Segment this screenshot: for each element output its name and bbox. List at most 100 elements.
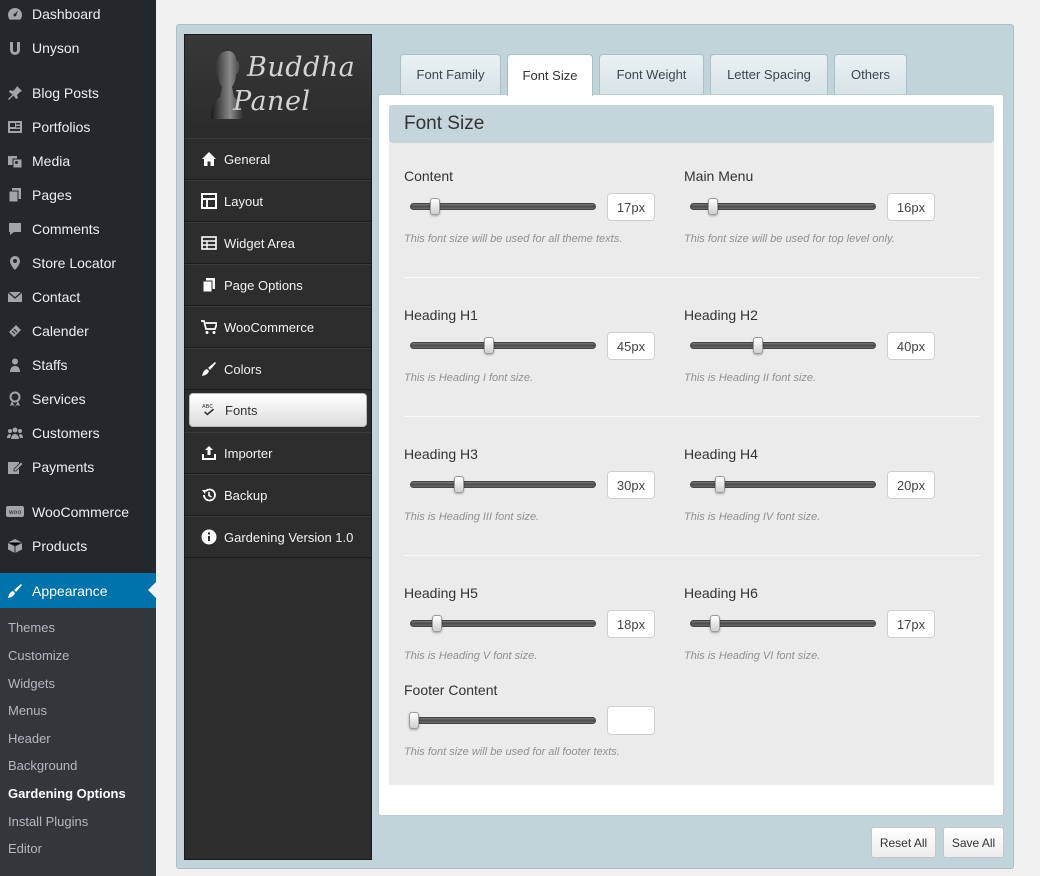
panel-logo: Buddha Panel [185,35,371,139]
slider-h6[interactable] [690,615,876,632]
wp-menu-products[interactable]: Products [0,529,156,563]
slider-handle[interactable] [432,615,442,632]
slider-handle[interactable] [708,198,718,215]
wp-submenu-background[interactable]: Background [8,758,77,773]
divider [404,555,980,556]
wp-submenu-header[interactable]: Header [8,731,51,746]
wp-submenu-gardening-options[interactable]: Gardening Options [8,786,126,801]
panel-nav-backup[interactable]: Backup [185,474,371,516]
dashboard-icon [6,5,24,23]
value-field-h6[interactable]: 17px [887,610,935,638]
divider [404,416,980,417]
logo-line-2: Panel [233,86,311,117]
wp-menu-woocommerce[interactable]: woo WooCommerce [0,495,156,529]
panel-nav-woocommerce[interactable]: WooCommerce [185,306,371,348]
option-desc-h3: This is Heading III font size. [404,511,540,523]
option-label-footer: Footer Content [404,682,498,698]
wp-menu-label: Blog Posts [32,85,99,101]
wp-submenu-widgets[interactable]: Widgets [8,676,55,691]
wp-menu-pages[interactable]: Pages [0,178,156,212]
wp-menu-services[interactable]: Services [0,382,156,416]
slider-handle[interactable] [484,337,494,354]
slider-handle[interactable] [430,198,440,215]
wp-menu-label: Media [32,153,71,169]
svg-text:woo: woo [9,509,22,516]
slider-footer[interactable] [409,712,596,729]
option-label-h2: Heading H2 [684,307,758,323]
slider-main-menu[interactable] [690,198,876,215]
panel-nav-widget-area[interactable]: Widget Area [185,222,371,264]
wp-menu-contact[interactable]: Contact [0,280,156,314]
tab-font-family[interactable]: Font Family [400,54,501,94]
pin-icon [6,84,24,102]
wp-menu-media[interactable]: Media [0,144,156,178]
slider-handle[interactable] [454,476,464,493]
wp-menu-store-locator[interactable]: Store Locator [0,246,156,280]
slider-handle[interactable] [710,615,720,632]
wp-submenu-customize[interactable]: Customize [8,648,69,663]
slider-h5[interactable] [410,615,596,632]
wp-menu-portfolios[interactable]: Portfolios [0,110,156,144]
slider-handle[interactable] [409,712,419,729]
panel-nav-layout[interactable]: Layout [185,180,371,222]
panel-nav-fonts[interactable]: ABC Fonts [189,393,367,427]
wp-submenu-install-plugins[interactable]: Install Plugins [8,814,88,829]
wp-menu-label: Comments [32,221,100,237]
value-field-h4[interactable]: 20px [887,471,935,499]
value-field-h3[interactable]: 30px [607,471,655,499]
info-icon [201,529,217,545]
wp-menu-comments[interactable]: Comments [0,212,156,246]
wp-menu-appearance[interactable]: Appearance [0,573,156,609]
reset-all-button[interactable]: Reset All [871,827,936,858]
svg-text:ABC: ABC [202,404,213,410]
slider-handle[interactable] [753,337,763,354]
panel-nav-colors[interactable]: Colors [185,348,371,390]
wp-submenu-menus[interactable]: Menus [8,703,47,718]
value-field-h1[interactable]: 45px [607,332,655,360]
slider-h4[interactable] [690,476,876,493]
section-title: Font Size [389,105,994,143]
panel-nav-general[interactable]: General [185,138,371,180]
slider-h2[interactable] [690,337,876,354]
wp-submenu-themes[interactable]: Themes [8,620,55,635]
history-icon [201,487,217,503]
tab-font-weight[interactable]: Font Weight [599,54,704,94]
tab-others[interactable]: Others [834,54,907,94]
panel-nav-importer[interactable]: Importer [185,432,371,474]
value-field-h2[interactable]: 40px [887,332,935,360]
wp-menu-label: Staffs [32,357,68,373]
tab-letter-spacing[interactable]: Letter Spacing [710,54,828,94]
wp-menu-customers[interactable]: Customers [0,416,156,450]
value-field-footer[interactable] [607,706,655,735]
option-label-main-menu: Main Menu [684,168,754,184]
slider-h3[interactable] [410,476,596,493]
wp-menu-label: Services [32,391,86,407]
save-all-button[interactable]: Save All [943,827,1004,858]
slider-content[interactable] [410,198,596,215]
wp-menu-label: Contact [32,289,81,305]
wp-menu-dashboard[interactable]: Dashboard [0,0,156,31]
wp-menu-payments[interactable]: Payments [0,450,156,484]
panel-nav-page-options[interactable]: Page Options [185,264,371,306]
panel-nav-label: Fonts [225,402,258,418]
slider-h1[interactable] [410,337,596,354]
value-field-content[interactable]: 17px [607,193,655,221]
value-field-h5[interactable]: 18px [607,610,655,638]
tab-font-size[interactable]: Font Size [507,54,593,96]
wp-menu-staffs[interactable]: Staffs [0,348,156,382]
option-label-h4: Heading H4 [684,446,758,462]
wp-submenu-editor[interactable]: Editor [8,841,42,856]
option-desc-h5: This is Heading V font size. [404,650,538,662]
wp-menu-label: Unyson [32,40,80,56]
upload-icon [201,445,217,461]
option-desc-main-menu: This font size will be used for top leve… [684,233,895,245]
comments-icon [6,220,24,238]
value-field-main-menu[interactable]: 16px [887,193,935,221]
slider-handle[interactable] [715,476,725,493]
wp-menu-blog-posts[interactable]: Blog Posts [0,76,156,110]
wp-menu-unyson[interactable]: Unyson [0,31,156,65]
edit-icon [6,458,24,476]
wp-menu-calender[interactable]: Calender [0,314,156,348]
panel-nav-label: General [224,151,271,167]
panel-nav-label: Colors [224,361,262,377]
